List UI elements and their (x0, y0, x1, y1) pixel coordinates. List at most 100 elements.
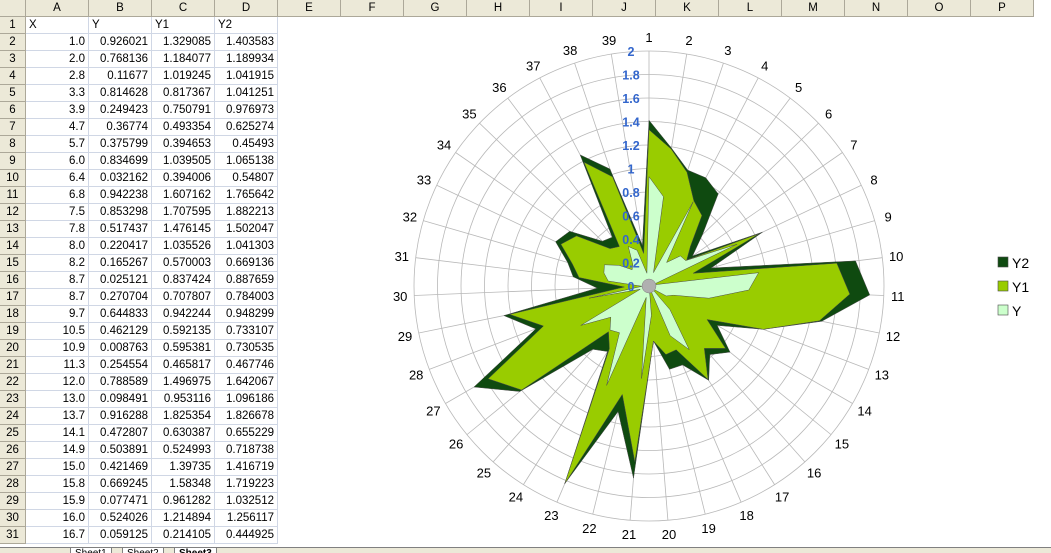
column-header-L[interactable]: L (719, 0, 782, 17)
row-header-16[interactable]: 16 (0, 272, 26, 289)
data-cell[interactable]: 0.595381 (152, 340, 215, 357)
data-cell[interactable]: 0.421469 (89, 459, 152, 476)
data-cell[interactable]: 1.019245 (152, 68, 215, 85)
data-cell[interactable]: 0.887659 (215, 272, 278, 289)
data-cell[interactable]: 1.765642 (215, 187, 278, 204)
data-cell[interactable]: 1.39735 (152, 459, 215, 476)
row-header-26[interactable]: 26 (0, 442, 26, 459)
data-cell[interactable]: 0.592135 (152, 323, 215, 340)
row-header-14[interactable]: 14 (0, 238, 26, 255)
data-cell[interactable]: 10.9 (26, 340, 89, 357)
data-cell[interactable]: 0.750791 (152, 102, 215, 119)
data-cell[interactable]: 1.403583 (215, 34, 278, 51)
data-cell[interactable]: 8.7 (26, 289, 89, 306)
data-cell[interactable]: 0.655229 (215, 425, 278, 442)
data-cell[interactable]: 0.524993 (152, 442, 215, 459)
row-header-15[interactable]: 15 (0, 255, 26, 272)
data-cell[interactable]: 0.517437 (89, 221, 152, 238)
data-cell[interactable]: 1.607162 (152, 187, 215, 204)
header-cell[interactable]: Y2 (215, 17, 278, 34)
data-cell[interactable]: 1.041251 (215, 85, 278, 102)
data-cell[interactable]: 0.625274 (215, 119, 278, 136)
data-cell[interactable]: 0.54807 (215, 170, 278, 187)
row-header-9[interactable]: 9 (0, 153, 26, 170)
row-header-19[interactable]: 19 (0, 323, 26, 340)
row-header-30[interactable]: 30 (0, 510, 26, 527)
data-cell[interactable]: 0.254554 (89, 357, 152, 374)
data-cell[interactable]: 3.9 (26, 102, 89, 119)
data-cell[interactable]: 1.256117 (215, 510, 278, 527)
data-cell[interactable]: 6.8 (26, 187, 89, 204)
data-cell[interactable]: 1.065138 (215, 153, 278, 170)
row-header-24[interactable]: 24 (0, 408, 26, 425)
data-cell[interactable]: 3.3 (26, 85, 89, 102)
row-header-12[interactable]: 12 (0, 204, 26, 221)
data-cell[interactable]: 0.768136 (89, 51, 152, 68)
data-cell[interactable]: 2.8 (26, 68, 89, 85)
column-header-K[interactable]: K (656, 0, 719, 17)
data-cell[interactable]: 0.837424 (152, 272, 215, 289)
data-cell[interactable]: 4.7 (26, 119, 89, 136)
row-header-7[interactable]: 7 (0, 119, 26, 136)
row-header-1[interactable]: 1 (0, 17, 26, 34)
data-cell[interactable]: 12.0 (26, 374, 89, 391)
data-cell[interactable]: 1.502047 (215, 221, 278, 238)
data-cell[interactable]: 15.8 (26, 476, 89, 493)
data-cell[interactable]: 8.2 (26, 255, 89, 272)
data-cell[interactable]: 0.953116 (152, 391, 215, 408)
column-header-O[interactable]: O (908, 0, 971, 17)
data-cell[interactable]: 1.329085 (152, 34, 215, 51)
data-cell[interactable]: 1.642067 (215, 374, 278, 391)
data-cell[interactable]: 2.0 (26, 51, 89, 68)
data-cell[interactable]: 0.077471 (89, 493, 152, 510)
column-header-M[interactable]: M (782, 0, 845, 17)
column-header-D[interactable]: D (215, 0, 278, 17)
data-cell[interactable]: 14.1 (26, 425, 89, 442)
data-cell[interactable]: 0.270704 (89, 289, 152, 306)
data-cell[interactable]: 5.7 (26, 136, 89, 153)
row-header-25[interactable]: 25 (0, 425, 26, 442)
data-cell[interactable]: 1.882213 (215, 204, 278, 221)
row-header-18[interactable]: 18 (0, 306, 26, 323)
row-header-10[interactable]: 10 (0, 170, 26, 187)
data-cell[interactable]: 6.4 (26, 170, 89, 187)
data-cell[interactable]: 0.467746 (215, 357, 278, 374)
row-header-20[interactable]: 20 (0, 340, 26, 357)
data-cell[interactable]: 11.3 (26, 357, 89, 374)
data-cell[interactable]: 0.375799 (89, 136, 152, 153)
data-cell[interactable]: 1.035526 (152, 238, 215, 255)
data-cell[interactable]: 0.730535 (215, 340, 278, 357)
data-cell[interactable]: 6.0 (26, 153, 89, 170)
data-cell[interactable]: 7.8 (26, 221, 89, 238)
radar-chart[interactable]: 1 2 3 4 5 6 7 8 9 10 11 12 13 14 15 16 17 18 19 20 21 22 23 24 2… (284, 17, 1051, 547)
data-cell[interactable]: 0.718738 (215, 442, 278, 459)
data-cell[interactable]: 0.11677 (89, 68, 152, 85)
data-cell[interactable]: 0.394653 (152, 136, 215, 153)
data-cell[interactable]: 0.098491 (89, 391, 152, 408)
header-cell[interactable]: X (26, 17, 89, 34)
data-cell[interactable]: 8.7 (26, 272, 89, 289)
header-cell[interactable]: Y1 (152, 17, 215, 34)
data-cell[interactable]: 1.496975 (152, 374, 215, 391)
data-cell[interactable]: 7.5 (26, 204, 89, 221)
row-header-21[interactable]: 21 (0, 357, 26, 374)
row-header-8[interactable]: 8 (0, 136, 26, 153)
row-header-13[interactable]: 13 (0, 221, 26, 238)
data-cell[interactable]: 16.0 (26, 510, 89, 527)
data-cell[interactable]: 16.7 (26, 527, 89, 544)
data-cell[interactable]: 0.493354 (152, 119, 215, 136)
row-header-4[interactable]: 4 (0, 68, 26, 85)
data-cell[interactable]: 0.444925 (215, 527, 278, 544)
data-cell[interactable]: 0.059125 (89, 527, 152, 544)
data-cell[interactable]: 0.976973 (215, 102, 278, 119)
data-cell[interactable]: 0.788589 (89, 374, 152, 391)
data-cell[interactable]: 13.7 (26, 408, 89, 425)
row-header-11[interactable]: 11 (0, 187, 26, 204)
sheet-tab-1[interactable]: Sheet1 (70, 548, 112, 553)
column-header-C[interactable]: C (152, 0, 215, 17)
column-header-E[interactable]: E (278, 0, 341, 17)
data-cell[interactable]: 15.9 (26, 493, 89, 510)
data-cell[interactable]: 0.630387 (152, 425, 215, 442)
data-cell[interactable]: 1.476145 (152, 221, 215, 238)
data-cell[interactable]: 0.916288 (89, 408, 152, 425)
